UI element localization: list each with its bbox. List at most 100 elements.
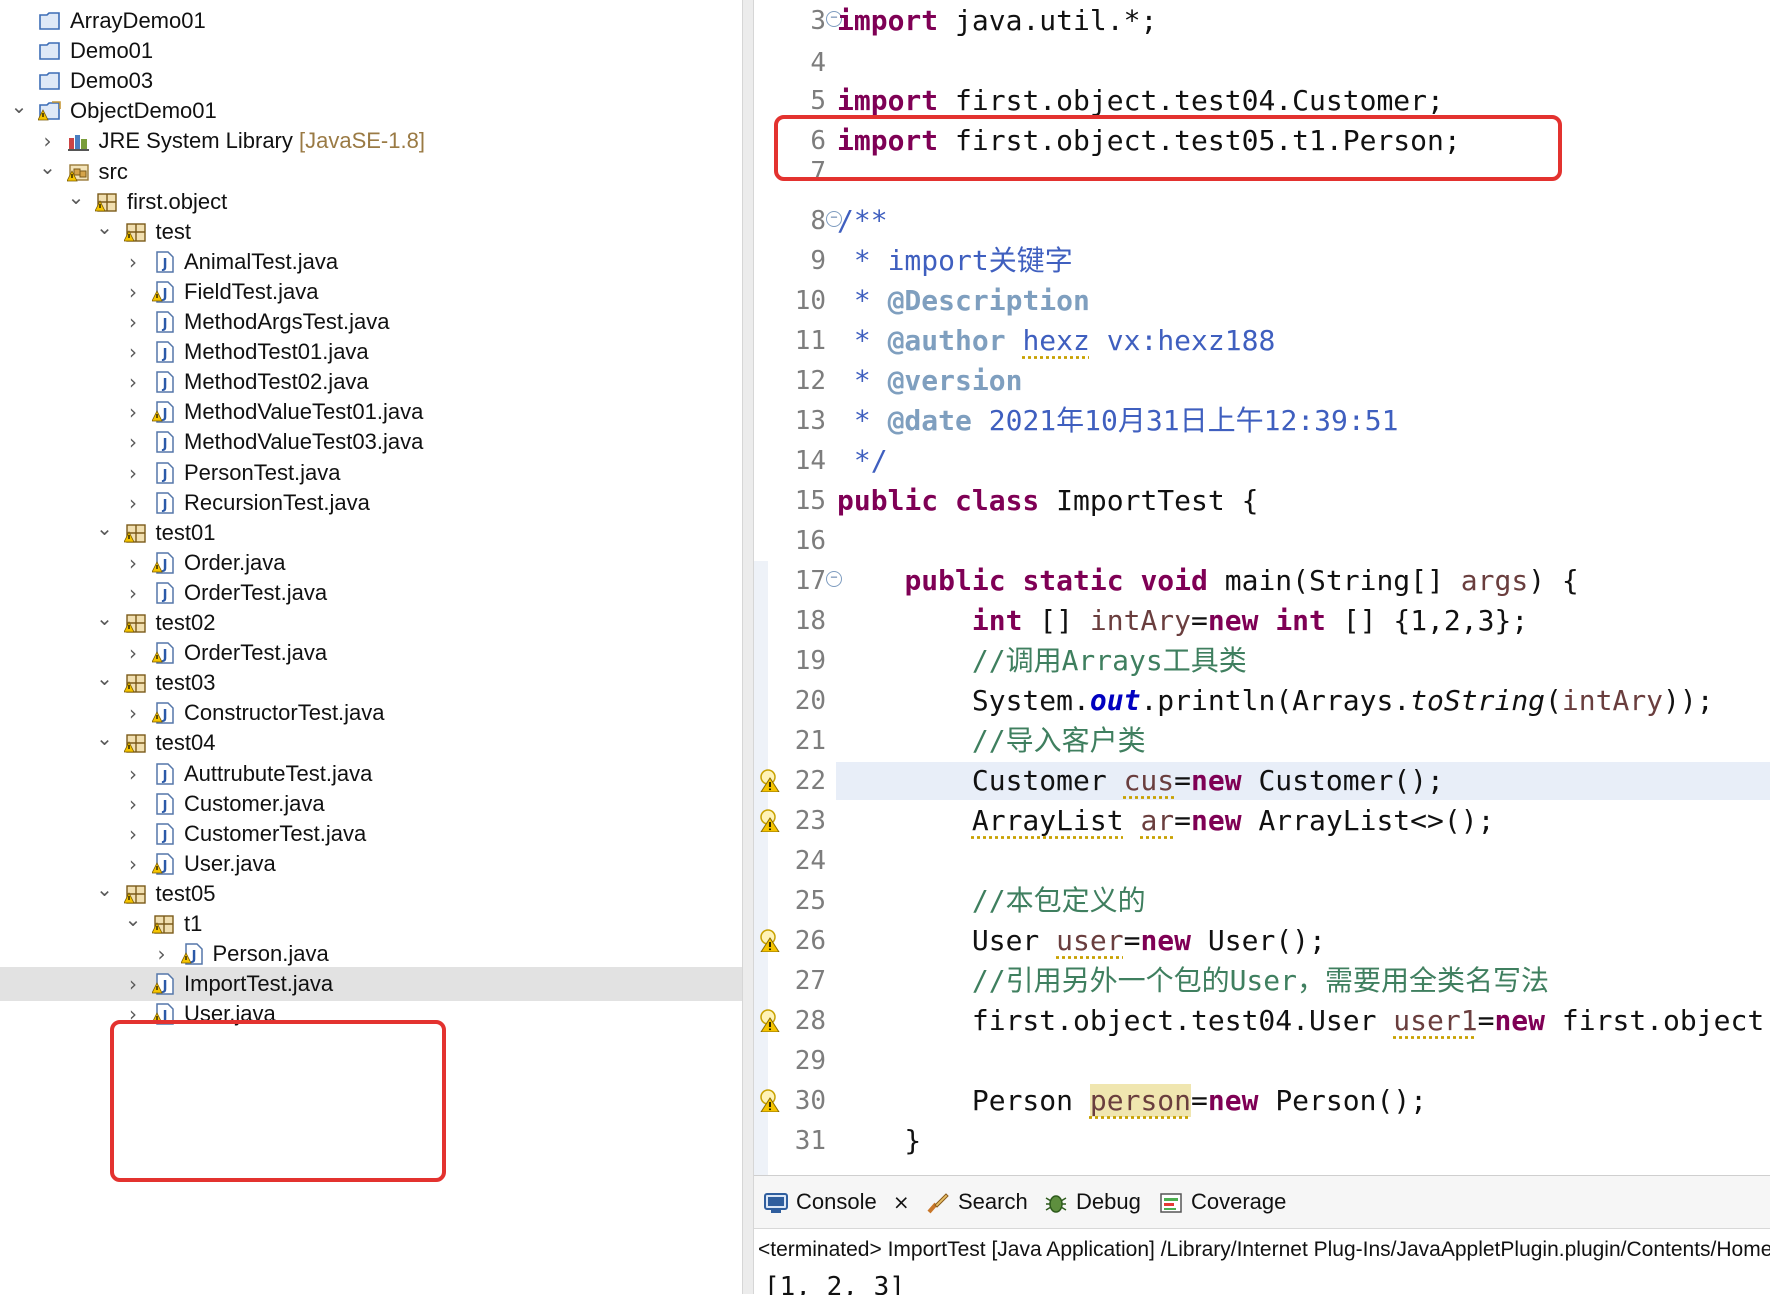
- tree-item[interactable]: › J MethodValueTest01.java: [0, 395, 742, 429]
- code-line[interactable]: 31 }: [754, 1121, 1770, 1161]
- code-editor[interactable]: 3 − import java.util.*; 4 5 import first…: [754, 0, 1770, 1175]
- svg-text:J: J: [162, 347, 168, 362]
- tree-item[interactable]: ⌄ first.object: [0, 185, 742, 219]
- tree-item[interactable]: › J MethodValueTest03.java: [0, 425, 742, 459]
- tree-item[interactable]: › J OrderTest.java: [0, 636, 742, 670]
- chevron-down-icon[interactable]: ⌄: [94, 516, 116, 550]
- tree-item[interactable]: › J CustomerTest.java: [0, 817, 742, 851]
- chevron-down-icon[interactable]: ⌄: [8, 94, 30, 128]
- code-line[interactable]: 27 //引用另外一个包的User，需要用全类名写法: [754, 961, 1770, 1001]
- chevron-right-icon[interactable]: ›: [122, 395, 144, 429]
- chevron-down-icon[interactable]: ⌄: [94, 215, 116, 249]
- tree-item[interactable]: ⌄ test04: [0, 726, 742, 760]
- chevron-right-icon[interactable]: ›: [122, 425, 144, 459]
- code-line[interactable]: 30 Person person=new Person();: [754, 1081, 1770, 1121]
- code-line[interactable]: 14 */: [754, 441, 1770, 481]
- code-line[interactable]: 3 − import java.util.*;: [754, 1, 1770, 41]
- code-line[interactable]: 28 first.object.test04.User user1=new fi…: [754, 1001, 1770, 1041]
- line-number: 3: [810, 6, 826, 36]
- chevron-right-icon[interactable]: ›: [122, 546, 144, 580]
- chevron-down-icon[interactable]: ⌄: [37, 155, 59, 189]
- tree-item[interactable]: › J ImportTest.java: [0, 967, 742, 1002]
- chevron-right-icon[interactable]: ›: [122, 696, 144, 730]
- code-line[interactable]: 21 //导入客户类: [754, 721, 1770, 761]
- tree-item[interactable]: ArrayDemo01: [0, 4, 742, 38]
- code-line[interactable]: 26 User user=new User();: [754, 921, 1770, 961]
- chevron-down-icon[interactable]: ⌄: [122, 907, 144, 941]
- tab-console[interactable]: Console ⨯: [764, 1176, 910, 1228]
- tree-item[interactable]: ⌄ t1: [0, 907, 742, 941]
- chevron-right-icon[interactable]: ›: [122, 757, 144, 791]
- chevron-right-icon[interactable]: ›: [122, 787, 144, 821]
- code-line[interactable]: 4: [754, 43, 1770, 83]
- code-line[interactable]: 10 * @Description: [754, 281, 1770, 321]
- chevron-right-icon[interactable]: ›: [122, 636, 144, 670]
- tree-item[interactable]: › J Customer.java: [0, 787, 742, 821]
- code-line[interactable]: 13 * @date 2021年10月31日上午12:39:51: [754, 401, 1770, 441]
- chevron-right-icon[interactable]: ›: [122, 817, 144, 851]
- tree-item[interactable]: › J RecursionTest.java: [0, 486, 742, 520]
- code-line[interactable]: 24: [754, 841, 1770, 881]
- code-line[interactable]: 23 ArrayList ar=new ArrayList<>();: [754, 801, 1770, 841]
- tree-item[interactable]: › J PersonTest.java: [0, 456, 742, 490]
- tree-item[interactable]: › J MethodArgsTest.java: [0, 305, 742, 339]
- chevron-right-icon[interactable]: ›: [122, 456, 144, 490]
- code-line[interactable]: 15 public class ImportTest {: [754, 481, 1770, 521]
- chevron-down-icon[interactable]: ⌄: [94, 666, 116, 700]
- tree-item[interactable]: ⌄ test05: [0, 877, 742, 911]
- chevron-right-icon[interactable]: ›: [122, 305, 144, 339]
- chevron-right-icon[interactable]: ›: [122, 335, 144, 369]
- tree-item[interactable]: › J OrderTest.java: [0, 576, 742, 610]
- chevron-right-icon[interactable]: ›: [122, 576, 144, 610]
- chevron-down-icon[interactable]: ⌄: [94, 726, 116, 760]
- code-line[interactable]: 20 System.out.println(Arrays.toString(in…: [754, 681, 1770, 721]
- chevron-right-icon[interactable]: ›: [37, 124, 59, 158]
- tree-item[interactable]: ⌄ test02: [0, 606, 742, 640]
- chevron-right-icon[interactable]: ›: [122, 847, 144, 881]
- code-line[interactable]: 17 − public static void main(String[] ar…: [754, 561, 1770, 601]
- tree-item[interactable]: › J AuttrubuteTest.java: [0, 757, 742, 791]
- tree-item[interactable]: › J MethodTest02.java: [0, 365, 742, 399]
- tree-item[interactable]: › J ConstructorTest.java: [0, 696, 742, 730]
- chevron-right-icon[interactable]: ›: [122, 275, 144, 309]
- chevron-down-icon[interactable]: ⌄: [65, 185, 87, 219]
- chevron-right-icon[interactable]: ›: [151, 937, 173, 971]
- tab-debug[interactable]: Debug: [1044, 1176, 1141, 1228]
- tree-item[interactable]: ⌄ ObjectDemo01: [0, 94, 742, 128]
- chevron-right-icon[interactable]: ›: [122, 486, 144, 520]
- tree-item[interactable]: ⌄ test: [0, 215, 742, 249]
- tree-item[interactable]: Demo03: [0, 64, 742, 98]
- tree-item-label: t1: [184, 907, 202, 941]
- code-line[interactable]: 25 //本包定义的: [754, 881, 1770, 921]
- tree-item[interactable]: ⌄ test01: [0, 516, 742, 550]
- close-icon[interactable]: ⨯: [893, 1192, 910, 1214]
- tree-item[interactable]: › J AnimalTest.java: [0, 245, 742, 279]
- tree-item[interactable]: Demo01: [0, 34, 742, 68]
- code-line[interactable]: 16: [754, 521, 1770, 561]
- tree-item[interactable]: › J MethodTest01.java: [0, 335, 742, 369]
- chevron-right-icon[interactable]: ›: [122, 365, 144, 399]
- code-line-current[interactable]: 22 Customer cus=new Customer();: [754, 761, 1770, 801]
- line-number: 21: [794, 726, 826, 756]
- code-line[interactable]: 29: [754, 1041, 1770, 1081]
- chevron-down-icon[interactable]: ⌄: [94, 877, 116, 911]
- code-line[interactable]: 12 * @version: [754, 361, 1770, 401]
- code-line[interactable]: 9 * import关键字: [754, 241, 1770, 281]
- code-line[interactable]: 8 − /**: [754, 201, 1770, 241]
- code-line[interactable]: 19 //调用Arrays工具类: [754, 641, 1770, 681]
- chevron-down-icon[interactable]: ⌄: [94, 606, 116, 640]
- tree-item[interactable]: › J Person.java: [0, 937, 742, 971]
- pane-divider[interactable]: [742, 0, 754, 1294]
- tree-item[interactable]: › JRE System Library [JavaSE-1.8]: [0, 124, 742, 158]
- tree-item[interactable]: › J Order.java: [0, 546, 742, 580]
- code-line[interactable]: 11 * @author hexz vx:hexz188: [754, 321, 1770, 361]
- tree-item[interactable]: ⌄ test03: [0, 666, 742, 700]
- chevron-right-icon[interactable]: ›: [122, 245, 144, 279]
- tab-coverage[interactable]: Coverage: [1159, 1176, 1286, 1228]
- tree-item[interactable]: › J User.java: [0, 847, 742, 881]
- tree-item[interactable]: › J FieldTest.java: [0, 275, 742, 309]
- tree-item[interactable]: ⌄ src: [0, 155, 742, 189]
- chevron-right-icon[interactable]: ›: [122, 967, 144, 1001]
- tab-search[interactable]: Search: [926, 1176, 1028, 1228]
- code-line[interactable]: 18 int [] intAry=new int [] {1,2,3};: [754, 601, 1770, 641]
